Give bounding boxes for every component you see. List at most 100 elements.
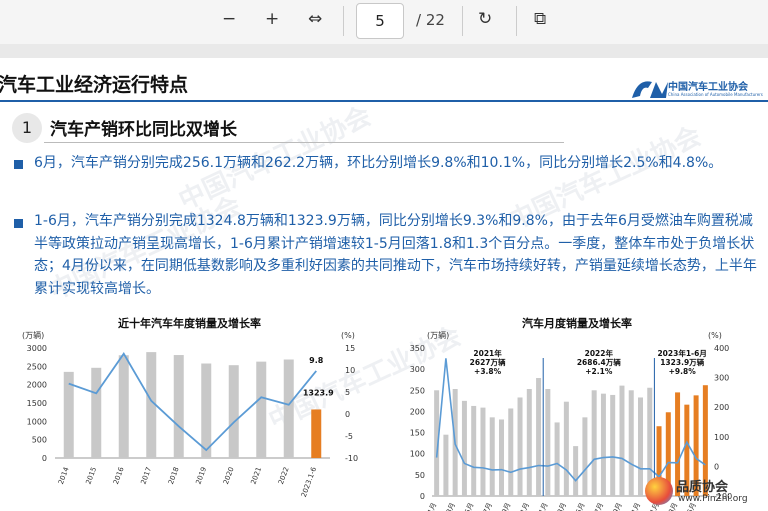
- y2-tick-label: -10: [345, 454, 358, 463]
- bar: [628, 390, 634, 496]
- paragraph-2: 1-6月，汽车产销分别完成1324.8万辆和1323.9万辆，同比分别增长9.3…: [34, 213, 757, 297]
- annotation-label: 1323.9万辆: [660, 357, 704, 367]
- zoom-out-button[interactable]: −: [222, 9, 236, 29]
- bar: [480, 407, 486, 496]
- footer-brand: 品质协会: [676, 480, 729, 495]
- y-tick-label: 3000: [27, 344, 47, 353]
- x-tick-label: 2022: [277, 466, 291, 485]
- bar: [536, 378, 542, 496]
- bar: [517, 397, 523, 496]
- sidebar-toggle-icon[interactable]: ⧉: [534, 9, 546, 29]
- page-number-input[interactable]: 5: [356, 3, 404, 39]
- x-tick-label: 5月: [575, 501, 587, 511]
- x-tick-label: 2021.1月: [418, 501, 439, 511]
- fit-page-icon[interactable]: ⇔: [308, 9, 322, 29]
- y2-axis-unit: (%): [708, 331, 722, 340]
- y-axis-unit: (万辆): [427, 330, 449, 340]
- annotation-label: 2021年: [473, 348, 502, 358]
- x-tick-label: 2014: [57, 465, 71, 485]
- footer-url[interactable]: www.PinZhi.org: [678, 494, 748, 504]
- x-tick-label: 11月: [628, 501, 642, 511]
- bar: [610, 394, 616, 496]
- annotation-label: 2627万辆: [470, 357, 506, 367]
- y-tick-label: 0: [42, 454, 47, 463]
- x-tick-label: 11月: [517, 501, 531, 511]
- section-title: 汽车产销环比同比双增长: [50, 120, 237, 140]
- y-axis-unit: (万辆): [22, 330, 44, 340]
- growth-rate-line: [435, 358, 706, 482]
- annotation-label: 2686.4万辆: [577, 357, 621, 367]
- toolbar-divider: [343, 6, 344, 36]
- y-tick-label: 500: [32, 436, 47, 445]
- y2-axis-unit: (%): [341, 331, 355, 340]
- bar: [526, 389, 532, 496]
- page-total: / 22: [416, 11, 445, 29]
- logo-english: China Association of Automobile Manufact…: [668, 92, 763, 97]
- y-tick-label: 0: [420, 492, 425, 501]
- bar: [591, 390, 597, 496]
- y2-tick-label: 0: [714, 462, 719, 471]
- y-tick-label: 150: [410, 429, 425, 438]
- growth-rate-line: [68, 352, 317, 452]
- annotation-label: +3.8%: [474, 367, 502, 376]
- bar: [563, 401, 569, 496]
- slide-title: 汽车工业经济运行特点: [0, 74, 189, 96]
- y2-tick-label: -5: [345, 432, 353, 441]
- bar: [554, 422, 560, 496]
- x-tick-label: 2016: [112, 465, 126, 485]
- section-number: 1: [12, 113, 42, 143]
- bar: [573, 446, 579, 496]
- x-tick-label: 3月: [556, 501, 568, 511]
- annotation-label: +2.1%: [585, 367, 613, 376]
- bar: [256, 361, 267, 458]
- x-tick-label: 2017: [140, 466, 154, 485]
- annotation-label: 2023年1-6月: [657, 348, 706, 358]
- y2-tick-label: 100: [714, 433, 729, 442]
- y-tick-label: 300: [410, 365, 425, 374]
- pdf-page: 中国汽车工业协会 中国汽车工业协会 中国汽车工业协会 中国汽车工业协会 汽车工业…: [0, 58, 768, 511]
- bar: [638, 397, 643, 496]
- section-divider: [44, 142, 564, 143]
- x-tick-label: 3月: [445, 501, 457, 511]
- x-tick-label: 5月: [463, 501, 475, 511]
- y-tick-label: 2500: [27, 362, 47, 371]
- data-label: 1323.9: [303, 388, 334, 397]
- pdf-toolbar: − + ⇔ 5 / 22 ↻ ⧉: [0, 0, 768, 45]
- bar: [508, 408, 514, 496]
- y-tick-label: 100: [410, 450, 425, 459]
- y2-tick-label: 15: [345, 344, 355, 353]
- y-tick-label: 350: [410, 344, 425, 353]
- y2-tick-label: 300: [714, 374, 729, 383]
- paragraph-1: 6月，汽车产销分别完成256.1万辆和262.2万辆，环比分别增长9.8%和10…: [34, 155, 723, 171]
- bar: [582, 417, 588, 496]
- x-tick-label: 7月: [593, 501, 605, 511]
- bar: [471, 405, 477, 496]
- y-tick-label: 50: [415, 471, 425, 480]
- logo-name: 中国汽车工业协会: [668, 82, 748, 93]
- annual-sales-chart: (万辆) (%) 0 500 1000 1500 2000 2500 3000 -10 -5 0 5 10…: [22, 330, 358, 498]
- bar: [283, 359, 294, 458]
- y2-tick-label: 400: [714, 344, 729, 353]
- page-gap: [0, 44, 768, 58]
- x-tick-label: 7月: [482, 501, 494, 511]
- y-tick-label: 250: [410, 386, 425, 395]
- y2-tick-label: 200: [714, 403, 729, 412]
- bar: [228, 365, 239, 458]
- y2-tick-label: 10: [345, 366, 355, 375]
- bar: [619, 385, 625, 496]
- y-tick-label: 1000: [27, 417, 47, 426]
- rotate-icon[interactable]: ↻: [478, 9, 492, 29]
- y-tick-label: 2000: [27, 381, 47, 390]
- bar: [600, 393, 606, 496]
- bar: [201, 363, 212, 458]
- bar: [173, 355, 184, 458]
- x-tick-label: 9月: [500, 501, 512, 511]
- bullet-icon: [14, 219, 23, 228]
- toolbar-divider: [516, 6, 517, 36]
- zoom-in-button[interactable]: +: [265, 9, 279, 29]
- y-tick-label: 200: [410, 407, 425, 416]
- x-tick-label: 2020: [222, 466, 236, 485]
- x-tick-label: 2019: [195, 466, 209, 485]
- annotation-label: +9.8%: [669, 367, 697, 376]
- bar: [443, 434, 449, 496]
